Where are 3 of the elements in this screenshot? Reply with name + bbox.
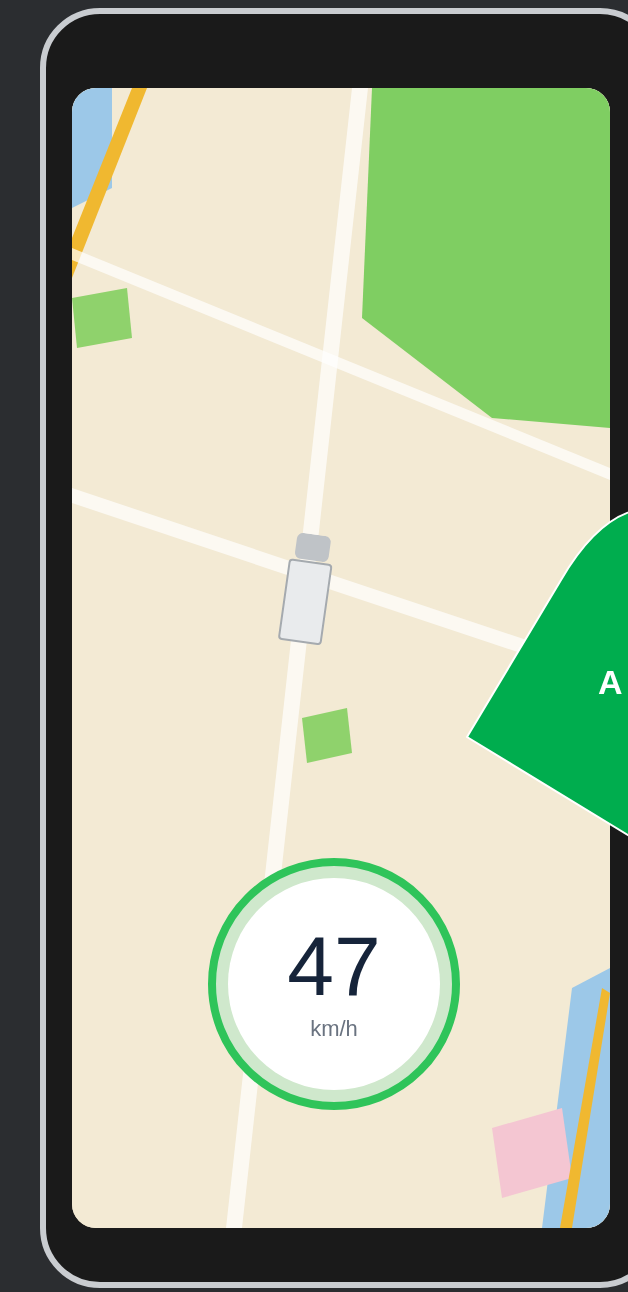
- speed-unit: km/h: [310, 1014, 358, 1043]
- speed-value: 47: [287, 923, 381, 1008]
- callout-text: A: [598, 665, 623, 699]
